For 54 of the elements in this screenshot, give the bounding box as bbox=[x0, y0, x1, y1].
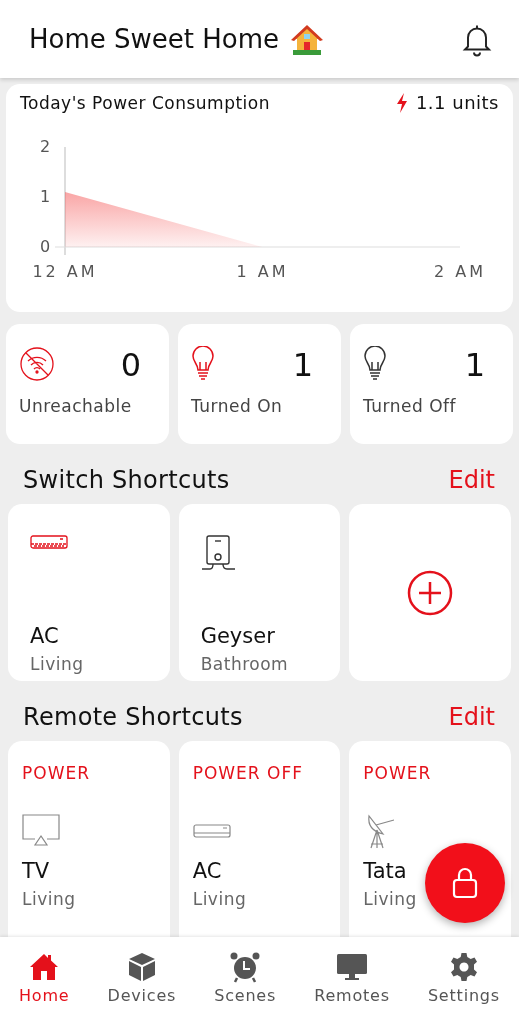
room-name: Living bbox=[363, 889, 418, 909]
device-name: AC bbox=[192, 859, 223, 883]
lightning-icon bbox=[395, 92, 408, 113]
status-label: Turned On bbox=[191, 396, 284, 416]
room-name: Living bbox=[192, 889, 248, 909]
remote-command: POWER bbox=[363, 763, 433, 783]
nav-tab[interactable]: Devices bbox=[107, 950, 177, 1005]
home-title: Home Sweet Home bbox=[29, 24, 280, 54]
remote-shortcut-card[interactable]: POWER OFF AC Living bbox=[178, 741, 341, 937]
remote-shortcut-card[interactable]: POWER TV Living bbox=[8, 741, 170, 937]
device-name: TV bbox=[22, 859, 51, 883]
bulb-icon bbox=[191, 346, 215, 382]
alarm-clock-icon bbox=[229, 950, 262, 983]
room-name: Living bbox=[22, 889, 77, 909]
x-tick-label: 2 AM bbox=[434, 262, 486, 281]
status-card[interactable]: 0 Unreachable bbox=[6, 324, 169, 444]
edit-link[interactable]: Edit bbox=[448, 466, 495, 494]
device-name: Geyser bbox=[200, 624, 276, 648]
nav-tab[interactable]: Settings bbox=[427, 950, 500, 1005]
device-name: AC bbox=[30, 624, 60, 648]
switch-shortcut-card[interactable]: AC Living bbox=[8, 504, 170, 681]
y-tick-label: 0 bbox=[39, 237, 51, 256]
status-count: 1 bbox=[464, 346, 485, 384]
add-icon[interactable] bbox=[406, 568, 455, 617]
air-conditioner-icon bbox=[192, 823, 231, 839]
status-label: Unreachable bbox=[19, 396, 133, 416]
status-label: Turned Off bbox=[363, 396, 458, 416]
section-title: Switch Shortcuts bbox=[23, 466, 230, 494]
y-tick-label: 1 bbox=[39, 187, 51, 206]
status-card[interactable]: 1 Turned Off bbox=[350, 324, 513, 444]
status-count: 0 bbox=[120, 346, 141, 384]
nav-tab[interactable]: Home bbox=[19, 950, 70, 1005]
nav-tab[interactable]: Remotes bbox=[314, 950, 390, 1005]
consumption-total: 1.1 units bbox=[415, 92, 499, 113]
y-tick-label: 2 bbox=[39, 137, 51, 156]
status-card[interactable]: 1 Turned On bbox=[178, 324, 341, 444]
switch-shortcut-card[interactable]: Geyser Bathroom bbox=[178, 504, 341, 681]
room-name: Bathroom bbox=[200, 654, 290, 674]
room-name: Living bbox=[30, 654, 85, 674]
no-wifi-icon bbox=[19, 346, 55, 382]
house-icon bbox=[291, 23, 324, 55]
bulb-icon bbox=[363, 346, 387, 382]
section-title: Remote Shortcuts bbox=[23, 703, 243, 731]
edit-link[interactable]: Edit bbox=[448, 703, 495, 731]
nav-tab[interactable]: Scenes bbox=[214, 950, 277, 1005]
lock-icon bbox=[452, 867, 478, 899]
x-tick-label: 1 AM bbox=[236, 262, 289, 281]
tv-icon bbox=[22, 814, 60, 848]
remote-command: POWER OFF bbox=[192, 763, 304, 783]
device-name: Tata bbox=[363, 859, 408, 883]
chart-title: Today's Power Consumption bbox=[20, 92, 271, 113]
remote-command: POWER bbox=[22, 763, 91, 783]
status-count: 1 bbox=[292, 346, 313, 384]
x-tick-label: 12 AM bbox=[32, 262, 98, 281]
